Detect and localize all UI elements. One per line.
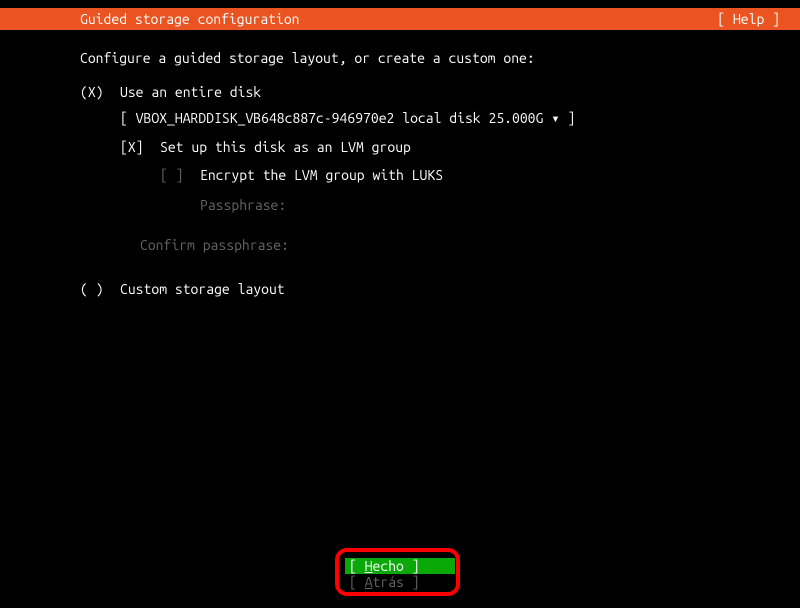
prompt-text: Configure a guided storage layout, or cr… — [80, 50, 720, 66]
lvm-label: Set up this disk as an LVM group — [160, 139, 411, 155]
radio-entire-disk[interactable]: (X) — [80, 84, 120, 100]
header-bar: Guided storage configuration [ Help ] — [0, 8, 800, 30]
encrypt-label: Encrypt the LVM group with LUKS — [200, 167, 443, 183]
back-button-hotkey: A — [365, 574, 373, 590]
checkbox-encrypt[interactable]: [ ] — [160, 167, 200, 183]
page-title: Guided storage configuration — [80, 11, 300, 27]
checkbox-lvm[interactable]: [X] — [120, 139, 160, 155]
radio-custom[interactable]: ( ) — [80, 281, 120, 297]
confirm-passphrase-label: Confirm passphrase: — [140, 237, 720, 253]
option-custom-layout[interactable]: ( ) Custom storage layout — [80, 281, 720, 297]
help-button[interactable]: [ Help ] — [717, 11, 780, 27]
option-entire-disk[interactable]: (X) Use an entire disk — [80, 84, 720, 100]
lvm-checkbox-row[interactable]: [X] Set up this disk as an LVM group — [120, 139, 720, 155]
back-button-text: trás — [373, 574, 404, 590]
footer-buttons: [ Hecho ] [ Atrás ] — [0, 558, 800, 590]
option-entire-disk-label: Use an entire disk — [120, 84, 261, 100]
done-button-text: echo — [373, 558, 404, 574]
option-custom-label: Custom storage layout — [120, 281, 285, 297]
disk-selector-dropdown[interactable]: [ VBOX_HARDDISK_VB648c887c-946970e2 loca… — [120, 110, 720, 127]
passphrase-label: Passphrase: — [200, 197, 720, 213]
done-button-hotkey: H — [365, 558, 373, 574]
encrypt-checkbox-row[interactable]: [ ] Encrypt the LVM group with LUKS — [160, 167, 720, 183]
disk-selector-text: [ VBOX_HARDDISK_VB648c887c-946970e2 loca… — [120, 110, 575, 126]
back-button[interactable]: [ Atrás ] — [345, 574, 455, 590]
content-area: Configure a guided storage layout, or cr… — [0, 30, 800, 317]
done-button[interactable]: [ Hecho ] — [345, 558, 455, 574]
